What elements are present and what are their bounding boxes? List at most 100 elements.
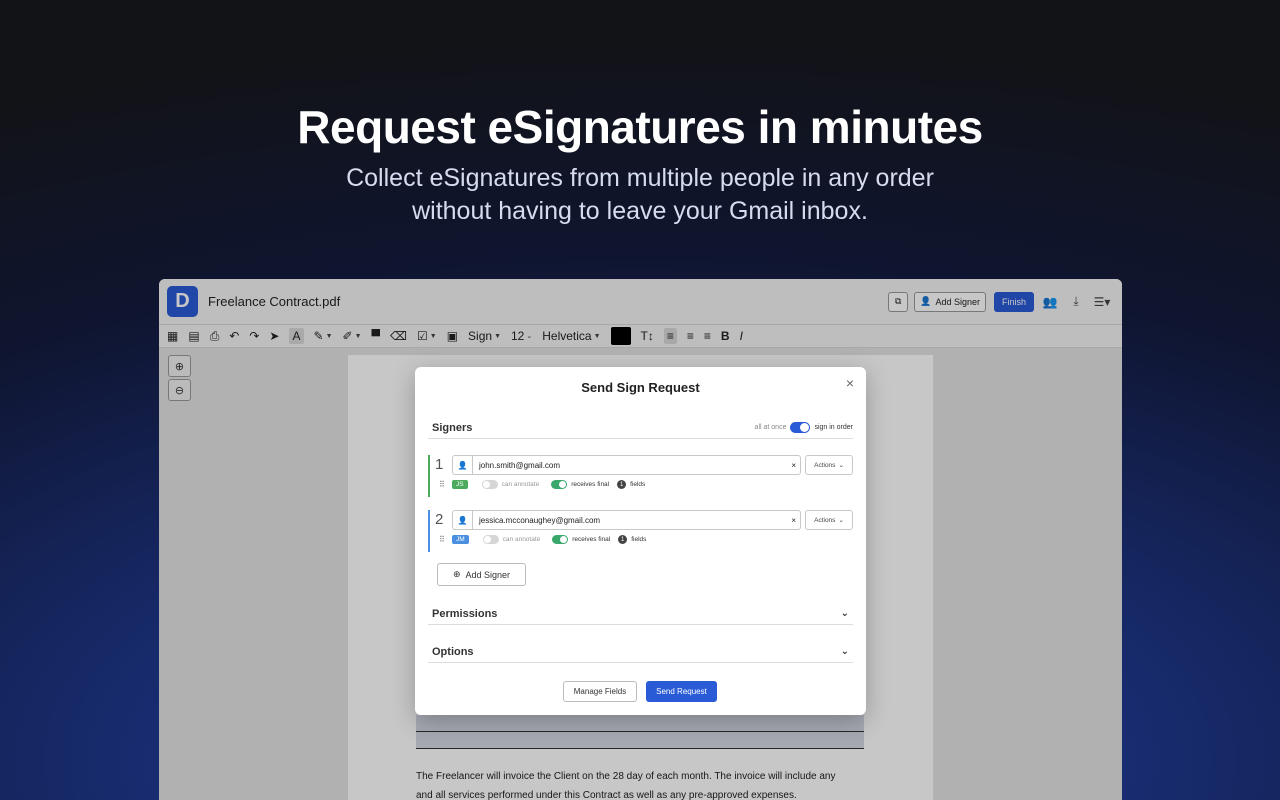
toggle-label-sign-in-order: sign in order xyxy=(814,424,853,431)
signer-email-value: john.smith@gmail.com xyxy=(479,460,561,470)
align-right-icon[interactable]: ≡ xyxy=(704,329,711,343)
document-text-line: The Freelancer will invoice the Client o… xyxy=(416,771,836,782)
signer-options: JS can annotate receives final 1 fields xyxy=(452,480,645,489)
permissions-section-header[interactable]: Permissions ⌄ xyxy=(428,603,853,625)
signer-options: JM can annotate receives final 1 fields xyxy=(452,535,646,544)
drag-handle-icon[interactable]: ⠿ xyxy=(439,535,445,544)
checkbox-tool-icon[interactable]: ☑ ▼ xyxy=(417,329,437,343)
italic-icon[interactable]: I xyxy=(740,329,743,343)
image-tool-icon[interactable]: ▣ xyxy=(447,329,458,343)
signer-initials-badge: JM xyxy=(452,535,469,544)
signer-email-field[interactable]: 👤 john.smith@gmail.com × xyxy=(452,455,801,475)
contact-icon[interactable]: 👤 xyxy=(453,511,473,529)
toggle-label-all-at-once: all at once xyxy=(754,424,787,431)
table-row xyxy=(416,732,864,749)
align-left-icon[interactable]: ≡ xyxy=(663,328,677,344)
signer-email-value: jessica.mcconaughey@gmail.com xyxy=(479,515,601,525)
signer-actions-button[interactable]: Actions ⌄ xyxy=(805,455,853,475)
chevron-down-icon: ⌄ xyxy=(840,608,849,619)
add-user-icon: 👤 xyxy=(920,296,932,306)
text-color-swatch[interactable] xyxy=(610,327,631,345)
signers-section-header: Signers all at once sign in order xyxy=(428,417,853,439)
manage-fields-button[interactable]: Manage Fields xyxy=(563,681,637,702)
options-section-header[interactable]: Options ⌄ xyxy=(428,641,853,663)
share-user-icon[interactable]: 👥 xyxy=(1040,295,1060,309)
options-heading: Options xyxy=(432,645,474,658)
close-icon[interactable]: × xyxy=(846,375,854,391)
document-text-line: and all services performed under this Co… xyxy=(416,790,797,800)
document-filename: Freelance Contract.pdf xyxy=(208,294,341,309)
chevron-down-icon: ⌄ xyxy=(840,646,849,657)
signer-number: 1 xyxy=(435,456,444,473)
can-annotate-label: can annotate xyxy=(502,536,541,543)
signer-initials-badge: JS xyxy=(452,480,468,489)
grid-view-icon[interactable]: ▦ xyxy=(167,329,178,343)
bold-icon[interactable]: B xyxy=(721,329,730,343)
signer-actions-button[interactable]: Actions ⌄ xyxy=(805,510,853,530)
add-user-icon: ⊕ xyxy=(452,569,461,579)
download-icon[interactable]: ⤓ xyxy=(1066,294,1086,309)
actions-label: Actions xyxy=(814,461,836,469)
hero-subtitle-line2: without having to leave your Gmail inbox… xyxy=(412,197,868,225)
redo-icon[interactable]: ↷ xyxy=(249,329,259,343)
zoom-controls: ⊕ ⊖ xyxy=(168,355,191,401)
receives-final-switch[interactable] xyxy=(552,535,569,544)
signer-row-1: 1 ⠿ 👤 john.smith@gmail.com × Actions ⌄ JS… xyxy=(428,455,853,497)
can-annotate-label: can annotate xyxy=(501,481,540,488)
add-signer-toolbar-label: Add Signer xyxy=(935,296,980,307)
align-center-icon[interactable]: ≡ xyxy=(687,329,694,343)
drag-handle-icon[interactable]: ⠿ xyxy=(439,480,445,489)
font-size-select[interactable]: 12 ⌄ xyxy=(511,329,532,343)
text-tool-icon[interactable]: A xyxy=(289,328,304,344)
font-family-select[interactable]: Helvetica ▼ xyxy=(542,329,600,343)
signers-heading: Signers xyxy=(432,421,473,434)
undo-icon[interactable]: ↶ xyxy=(229,329,239,343)
add-signer-button[interactable]: ⊕ Add Signer xyxy=(437,563,526,586)
select-cursor-icon[interactable]: ➤ xyxy=(269,329,279,343)
can-annotate-switch[interactable] xyxy=(481,480,498,489)
menu-icon[interactable]: ☰▾ xyxy=(1092,295,1112,309)
receives-final-label: receives final xyxy=(572,536,611,543)
hero-subtitle-line1: Collect eSignatures from multiple people… xyxy=(346,164,934,192)
app-logo: D xyxy=(167,286,198,317)
chevron-down-icon: ⌄ xyxy=(838,517,844,524)
receives-final-label: receives final xyxy=(571,481,610,488)
document-table xyxy=(416,715,864,749)
fields-count: 1 xyxy=(618,535,628,544)
clear-icon[interactable]: × xyxy=(791,516,800,525)
eraser-icon[interactable]: ⌫ xyxy=(390,329,407,343)
can-annotate-switch[interactable] xyxy=(482,535,499,544)
edit-toolbar: ▦ ▤ ⎙ ↶ ↷ ➤ A ✎ ▼ ✐ ▼ ▀ ⌫ ☑ ▼ ▣ Sign ▼ 12 ⌄ H… xyxy=(159,324,1122,348)
zoom-in-icon[interactable]: ⊕ xyxy=(168,355,191,377)
titlebar: D Freelance Contract.pdf ⧉ 👤 Add Signer … xyxy=(159,279,1122,324)
clear-icon[interactable]: × xyxy=(791,461,800,470)
send-request-button[interactable]: Send Request xyxy=(646,681,717,702)
zoom-out-icon[interactable]: ⊖ xyxy=(168,379,191,401)
fields-count: 1 xyxy=(617,480,627,489)
signer-row-2: 2 ⠿ 👤 jessica.mcconaughey@gmail.com × Ac… xyxy=(428,510,853,552)
external-link-icon: ⧉ xyxy=(895,296,902,306)
receives-final-switch[interactable] xyxy=(551,480,568,489)
text-size-icon[interactable]: T↕ xyxy=(641,329,654,343)
order-switch[interactable] xyxy=(790,422,811,433)
finish-button[interactable]: Finish xyxy=(993,291,1034,312)
actions-label: Actions xyxy=(814,516,836,524)
list-view-icon[interactable]: ▤ xyxy=(188,329,199,343)
pen-tool-icon[interactable]: ✎ ▼ xyxy=(314,329,333,343)
font-family-value: Helvetica xyxy=(542,329,592,343)
sign-dropdown[interactable]: Sign ▼ xyxy=(468,329,501,343)
chevron-down-icon: ⌄ xyxy=(838,462,844,469)
font-size-value: 12 xyxy=(511,329,525,343)
sign-dropdown-label: Sign xyxy=(468,329,493,343)
dialog-title: Send Sign Request xyxy=(581,380,700,395)
print-icon[interactable]: ⎙ xyxy=(210,329,220,344)
signing-order-toggle[interactable]: all at once sign in order xyxy=(755,422,853,433)
open-external-button[interactable]: ⧉ xyxy=(888,291,909,312)
signer-number: 2 xyxy=(435,511,444,528)
signer-email-field[interactable]: 👤 jessica.mcconaughey@gmail.com × xyxy=(452,510,801,530)
contact-icon[interactable]: 👤 xyxy=(453,456,473,474)
comment-icon[interactable]: ▀ xyxy=(372,329,381,343)
highlighter-icon[interactable]: ✐ ▼ xyxy=(343,329,362,343)
signer-color-bar xyxy=(428,510,430,552)
add-signer-toolbar-button[interactable]: 👤 Add Signer xyxy=(914,291,986,312)
